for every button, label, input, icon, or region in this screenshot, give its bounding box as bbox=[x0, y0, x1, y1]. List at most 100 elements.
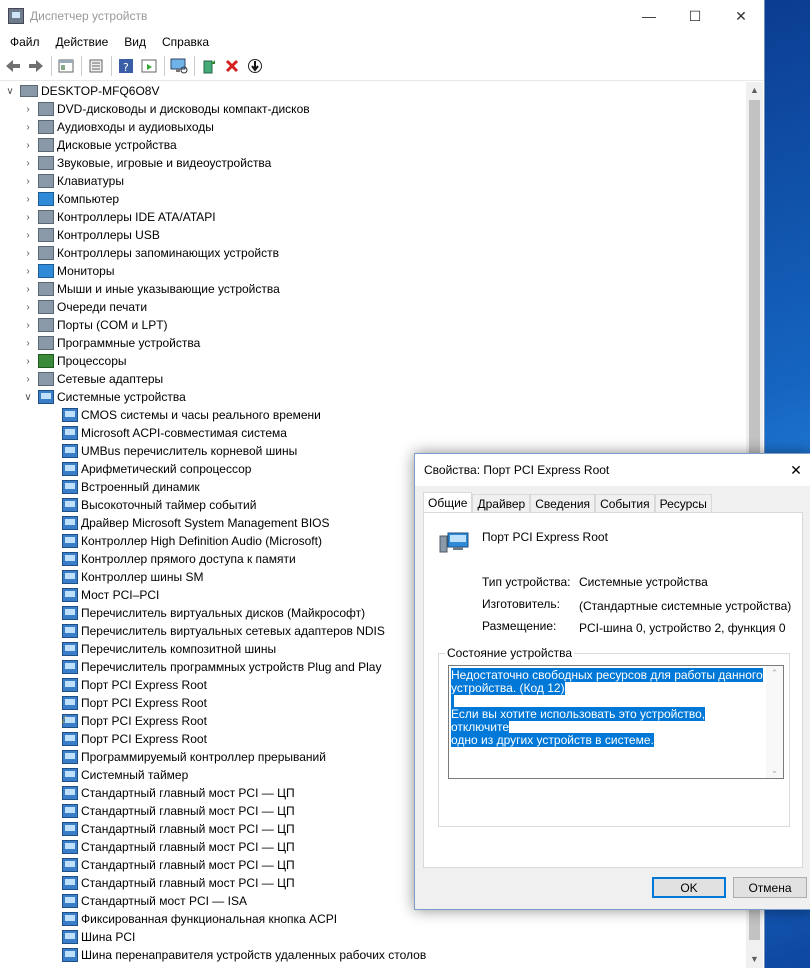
expand-arrow-icon[interactable]: › bbox=[22, 194, 34, 205]
disable-device-icon[interactable] bbox=[244, 55, 266, 77]
device-icon bbox=[62, 462, 78, 476]
tree-category[interactable]: › Клавиатуры bbox=[0, 172, 746, 190]
toolbar-separator bbox=[164, 56, 165, 76]
device-label: Контроллер прямого доступа к памяти bbox=[81, 552, 296, 566]
tab-details[interactable]: Сведения bbox=[530, 494, 596, 513]
device-label: Перечислитель композитной шины bbox=[81, 642, 277, 656]
tree-category[interactable]: › Аудиовходы и аудиовыходы bbox=[0, 118, 746, 136]
menu-help[interactable]: Справка bbox=[154, 35, 217, 49]
category-label: Звуковые, игровые и видеоустройства bbox=[57, 156, 272, 170]
show-hide-console-tree-icon[interactable] bbox=[55, 55, 77, 77]
tree-category[interactable]: › Звуковые, игровые и видеоустройства bbox=[0, 154, 746, 172]
device-icon bbox=[62, 678, 78, 692]
menu-bar: Файл Действие Вид Справка bbox=[0, 32, 764, 52]
forward-arrow-icon[interactable] bbox=[25, 55, 47, 77]
tree-category[interactable]: › Программные устройства bbox=[0, 334, 746, 352]
device-status-textbox[interactable]: Недостаточно свободных ресурсов для рабо… bbox=[448, 665, 784, 779]
dialog-close-icon[interactable]: ✕ bbox=[781, 462, 810, 479]
status-line-1: Недостаточно свободных ресурсов для рабо… bbox=[451, 668, 763, 682]
expand-arrow-icon[interactable]: › bbox=[22, 212, 34, 223]
tab-general[interactable]: Общие bbox=[423, 492, 473, 514]
tree-category[interactable]: › Очереди печати bbox=[0, 298, 746, 316]
expand-arrow-icon[interactable]: › bbox=[22, 356, 34, 367]
menu-action[interactable]: Действие bbox=[48, 35, 117, 49]
tree-root[interactable]: ∨ DESKTOP-MFQ6O8V bbox=[0, 82, 746, 100]
category-label: DVD-дисководы и дисководы компакт-дисков bbox=[57, 102, 310, 116]
expand-arrow-icon[interactable]: › bbox=[22, 374, 34, 385]
tree-category[interactable]: › Процессоры bbox=[0, 352, 746, 370]
device-item[interactable]: Фиксированная функциональная кнопка ACPI bbox=[0, 910, 746, 928]
properties-icon[interactable] bbox=[85, 55, 107, 77]
device-icon bbox=[62, 534, 78, 548]
location-label: Размещение: bbox=[482, 619, 557, 633]
back-arrow-icon[interactable] bbox=[2, 55, 24, 77]
tree-category[interactable]: › Контроллеры запоминающих устройств bbox=[0, 244, 746, 262]
tree-category[interactable]: › Мониторы bbox=[0, 262, 746, 280]
device-icon bbox=[62, 930, 78, 944]
device-icon bbox=[62, 498, 78, 512]
expand-arrow-icon[interactable]: › bbox=[22, 338, 34, 349]
tree-category[interactable]: ∨ Системные устройства bbox=[0, 388, 746, 406]
status-scroll-down-icon[interactable]: ⌄ bbox=[766, 765, 783, 776]
tree-category[interactable]: › DVD-дисководы и дисководы компакт-диско… bbox=[0, 100, 746, 118]
device-item[interactable]: Шина перенаправителя устройств удаленных… bbox=[0, 946, 746, 964]
expand-arrow-icon[interactable]: › bbox=[22, 140, 34, 151]
device-item[interactable]: Шина PCI bbox=[0, 928, 746, 946]
device-label: Контроллер шины SM bbox=[81, 570, 204, 584]
expand-arrow-icon[interactable]: › bbox=[22, 302, 34, 313]
device-label: Перечислитель программных устройств Plug… bbox=[81, 660, 382, 674]
scan-hardware-icon[interactable] bbox=[168, 55, 190, 77]
scroll-up-arrow-icon[interactable]: ▲ bbox=[746, 82, 763, 99]
status-blank-line bbox=[451, 694, 455, 708]
uninstall-device-icon[interactable] bbox=[221, 55, 243, 77]
device-item[interactable]: Microsoft ACPI-совместимая система bbox=[0, 424, 746, 442]
cancel-button[interactable]: Отмена bbox=[733, 877, 807, 898]
device-item[interactable]: CMOS системы и часы реального времени bbox=[0, 406, 746, 424]
expand-arrow-icon[interactable]: › bbox=[22, 230, 34, 241]
device-icon bbox=[62, 732, 78, 746]
maximize-button[interactable]: ☐ bbox=[672, 0, 718, 32]
device-icon bbox=[62, 570, 78, 584]
tab-resources[interactable]: Ресурсы bbox=[654, 494, 712, 513]
tree-category[interactable]: › Мыши и иные указывающие устройства bbox=[0, 280, 746, 298]
tree-category[interactable]: › Дисковые устройства bbox=[0, 136, 746, 154]
category-icon bbox=[38, 372, 54, 386]
category-icon bbox=[38, 102, 54, 116]
status-scroll-up-icon[interactable]: ⌃ bbox=[766, 668, 783, 679]
expand-arrow-icon[interactable]: › bbox=[22, 122, 34, 133]
expand-arrow-icon[interactable]: › bbox=[22, 104, 34, 115]
device-label: Системный таймер bbox=[81, 768, 189, 782]
menu-file[interactable]: Файл bbox=[2, 35, 48, 49]
expand-arrow-icon[interactable]: › bbox=[22, 248, 34, 259]
update-driver-icon[interactable] bbox=[198, 55, 220, 77]
minimize-button[interactable]: — bbox=[626, 0, 672, 32]
device-label: Шина перенаправителя устройств удаленных… bbox=[81, 948, 427, 962]
tree-category[interactable]: › Контроллеры USB bbox=[0, 226, 746, 244]
expand-arrow-icon[interactable]: › bbox=[22, 284, 34, 295]
device-icon bbox=[62, 840, 78, 854]
tab-events[interactable]: События bbox=[595, 494, 655, 513]
tree-category[interactable]: › Компьютер bbox=[0, 190, 746, 208]
action-pane-icon[interactable] bbox=[138, 55, 160, 77]
device-label: CMOS системы и часы реального времени bbox=[81, 408, 321, 422]
expand-arrow-icon[interactable]: › bbox=[22, 266, 34, 277]
device-label: Высокоточный таймер событий bbox=[81, 498, 257, 512]
menu-view[interactable]: Вид bbox=[116, 35, 154, 49]
collapse-arrow-icon[interactable]: ∨ bbox=[4, 86, 16, 97]
svg-text:?: ? bbox=[123, 61, 129, 74]
close-button[interactable]: ✕ bbox=[718, 0, 764, 32]
ok-button[interactable]: OK bbox=[652, 877, 726, 898]
expand-arrow-icon[interactable]: › bbox=[22, 320, 34, 331]
category-icon bbox=[38, 138, 54, 152]
expand-arrow-icon[interactable]: › bbox=[22, 158, 34, 169]
tab-driver[interactable]: Драйвер bbox=[472, 494, 531, 513]
help-icon[interactable]: ? bbox=[115, 55, 137, 77]
expand-arrow-icon[interactable]: › bbox=[22, 176, 34, 187]
tree-category[interactable]: › Контроллеры IDE ATA/ATAPI bbox=[0, 208, 746, 226]
tree-category[interactable]: › Сетевые адаптеры bbox=[0, 370, 746, 388]
scroll-down-arrow-icon[interactable]: ▼ bbox=[746, 951, 763, 968]
tree-category[interactable]: › Порты (COM и LPT) bbox=[0, 316, 746, 334]
status-scrollbar[interactable]: ⌃ ⌄ bbox=[766, 666, 783, 778]
location-value: PCI-шина 0, устройство 2, функция 0 bbox=[579, 621, 786, 635]
collapse-arrow-icon[interactable]: ∨ bbox=[22, 392, 34, 403]
